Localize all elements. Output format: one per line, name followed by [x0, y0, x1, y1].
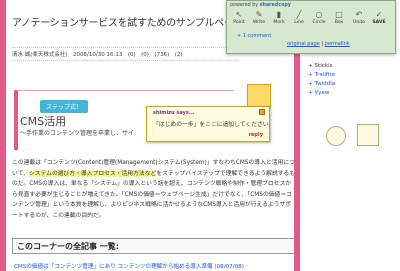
popup-comment: 「はじめの一歩」をここに追加してください [153, 122, 269, 128]
sidebar-item-vyew[interactable]: + Vyew [308, 89, 335, 98]
mark-icon: ▮ [276, 10, 282, 19]
illustration-tag: ステップ式！ [40, 100, 89, 113]
box-icon: □ [335, 10, 343, 19]
popup-close-icon[interactable] [259, 109, 265, 115]
annotation-toolbar: powered by sharedcopy ↖ Point ✎ Write ▮ Mar… [226, 0, 396, 54]
write-icon: ✎ [255, 10, 263, 19]
box-annotation[interactable] [357, 124, 379, 146]
undo-icon: ↶ [355, 10, 363, 19]
circle-tool[interactable]: ○ Circle [311, 10, 327, 25]
line-icon: ╱ [296, 10, 302, 19]
sidebar-item-trailfire[interactable]: + Trailfire [308, 71, 335, 80]
page-title: アノテーションサービスを試すためのサンプルページ [12, 18, 244, 29]
circle-icon: ○ [315, 10, 323, 19]
toolbar-links: original page | permalink [287, 41, 350, 47]
sidebar-list: + Stickis + Trailfire + Twiddla + Vyew [308, 62, 335, 98]
sidebar-item-twiddla[interactable]: + Twiddla [308, 80, 335, 89]
permalink-link[interactable]: permalink [325, 41, 350, 47]
comment-link[interactable]: + 1 comment [237, 33, 271, 39]
powered-by: powered by sharedcopy [230, 3, 291, 8]
sidebar-item-stickis[interactable]: + Stickis [308, 62, 335, 71]
mark-tool[interactable]: ▮ Mark [271, 10, 287, 25]
annotation-popup: shimizu says... 「はじめの一歩」をここに追加してください rep… [146, 106, 270, 142]
highlighted-text: システムの選び方・導入プロセス・活用方法など [28, 170, 157, 177]
article-body: この連載は「コンテンツ(Content)管理(Management)システム(S… [12, 158, 296, 221]
reply-button[interactable]: reply [249, 132, 263, 138]
circle-annotation[interactable] [326, 126, 346, 146]
box-tool[interactable]: □ Box [331, 10, 347, 25]
illustration-heading: CMS活用 [20, 115, 67, 128]
section-heading: このコーナーの全記事 一覧: [12, 238, 296, 254]
original-page-link[interactable]: original page [287, 41, 320, 47]
sticky-note-icon[interactable] [247, 84, 271, 108]
illustration-subheading: ～手作業のコンテンツ管理を卒業し、サイ [20, 130, 135, 137]
body-text-2: をステップバイステップで理解できるよう解説するものだ。CMSの導入は、単なる「シ… [12, 170, 296, 219]
tool-row: ↖ Point ✎ Write ▮ Mark ╱ Line ○ Circle □ Box ↶… [231, 10, 387, 25]
popup-user: shimizu says... [153, 110, 195, 116]
scrollbar[interactable] [294, 56, 300, 271]
line-tool[interactable]: ╱ Line [291, 10, 307, 25]
point-tool[interactable]: ↖ Point [231, 10, 247, 25]
undo-tool[interactable]: ↶ Undo [351, 10, 367, 25]
save-button[interactable]: ✓ SAVE [371, 10, 387, 25]
article-meta: 清水 誠(楽天株式会社) 2008/10/30 16:13 (0) (0) (7… [12, 47, 238, 61]
write-tool[interactable]: ✎ Write [251, 10, 267, 25]
save-icon: ✓ [375, 10, 383, 19]
article-list-link[interactable]: CMSの価値は「コンテンツ管理」にあり コンテンツの理解から始める導入準備 (0… [14, 262, 244, 270]
pointer-icon: ↖ [235, 10, 243, 19]
